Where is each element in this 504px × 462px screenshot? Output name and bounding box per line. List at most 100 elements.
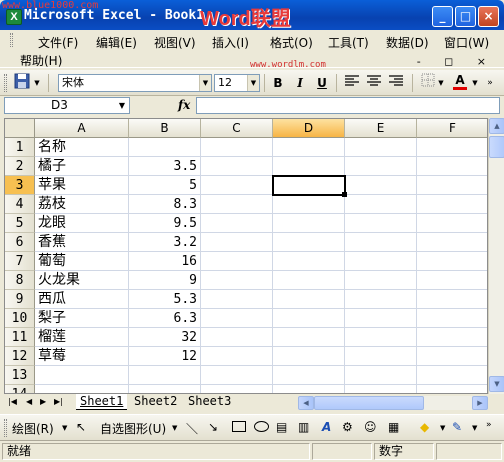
cell-e12[interactable] [345, 347, 417, 366]
chevron-down-icon[interactable]: ▼ [172, 424, 177, 432]
chevron-down-icon[interactable]: ▼ [247, 75, 259, 91]
cell-e14[interactable] [345, 385, 417, 393]
column-header-b[interactable]: B [129, 119, 201, 138]
cell-b8[interactable]: 9 [129, 271, 201, 290]
cell-a12[interactable]: 草莓 [35, 347, 129, 366]
prev-sheet-icon[interactable]: ◀ [26, 397, 32, 406]
align-right-icon[interactable] [386, 73, 406, 93]
cell-c7[interactable] [201, 252, 273, 271]
select-objects-icon[interactable]: ↖ [76, 420, 86, 434]
cell-f1[interactable] [417, 138, 487, 157]
oval-icon[interactable] [254, 421, 269, 435]
cell-f2[interactable] [417, 157, 487, 176]
last-sheet-icon[interactable]: ▶| [54, 397, 63, 406]
cell-a6[interactable]: 香蕉 [35, 233, 129, 252]
cell-a5[interactable]: 龙眼 [35, 214, 129, 233]
cell-e7[interactable] [345, 252, 417, 271]
minimize-button[interactable]: _ [432, 6, 453, 27]
horizontal-scrollbar[interactable]: ◀ ▶ [298, 396, 488, 410]
cell-d8[interactable] [273, 271, 345, 290]
column-header-e[interactable]: E [345, 119, 417, 138]
cell-a1[interactable]: 名称 [35, 138, 129, 157]
cell-a2[interactable]: 橘子 [35, 157, 129, 176]
cell-d7[interactable] [273, 252, 345, 271]
mdi-controls[interactable]: - ◻ × [417, 55, 496, 68]
cell-e4[interactable] [345, 195, 417, 214]
cell-a9[interactable]: 西瓜 [35, 290, 129, 309]
cell-e9[interactable] [345, 290, 417, 309]
toolbar-grip[interactable] [4, 74, 7, 92]
clipart-icon[interactable]: ☺ [364, 420, 377, 434]
cell-f10[interactable] [417, 309, 487, 328]
arrow-icon[interactable]: ↘ [208, 420, 218, 434]
cell-f5[interactable] [417, 214, 487, 233]
cell-a13[interactable] [35, 366, 129, 385]
picture-icon[interactable]: ▦ [388, 420, 399, 434]
cell-c5[interactable] [201, 214, 273, 233]
wordart-icon[interactable]: A [322, 420, 331, 434]
column-header-d[interactable]: D [273, 119, 345, 138]
toolbar-overflow-icon[interactable]: » [486, 420, 492, 430]
scroll-up-icon[interactable]: ▲ [489, 118, 504, 134]
line-color-icon[interactable]: ✎ [452, 420, 462, 434]
cell-f4[interactable] [417, 195, 487, 214]
horizontal-scroll-thumb[interactable] [314, 396, 424, 410]
font-color-dropdown-icon[interactable]: ▼ [470, 73, 480, 93]
scroll-right-icon[interactable]: ▶ [472, 396, 488, 410]
cell-f12[interactable] [417, 347, 487, 366]
cell-e11[interactable] [345, 328, 417, 347]
align-center-icon[interactable] [364, 73, 384, 93]
cell-f11[interactable] [417, 328, 487, 347]
cell-d12[interactable] [273, 347, 345, 366]
cell-b3[interactable]: 5 [129, 176, 201, 195]
cell-d5[interactable] [273, 214, 345, 233]
fill-handle[interactable] [342, 192, 347, 197]
cell-a8[interactable]: 火龙果 [35, 271, 129, 290]
worksheet-grid[interactable]: ABCDEF 1 名称 2 橘子 3.5 3 苹果 5 4 荔枝 8.3 5 龙眼 9.5 6 香蕉 3.2 7 葡… [4, 118, 488, 394]
cell-b9[interactable]: 5.3 [129, 290, 201, 309]
menu-tools[interactable]: 工具(T) [328, 34, 369, 51]
excel-app-icon[interactable]: X [6, 9, 22, 25]
draw-menu[interactable]: 绘图(R) [12, 420, 54, 437]
menu-file[interactable]: 文件(F) [38, 34, 78, 51]
menu-format[interactable]: 格式(O) [270, 34, 313, 51]
cell-c13[interactable] [201, 366, 273, 385]
row-header-11[interactable]: 11 [5, 328, 35, 347]
rectangle-icon[interactable] [232, 421, 246, 435]
close-button[interactable]: × [478, 6, 499, 27]
underline-button[interactable]: U [312, 73, 332, 93]
cell-d13[interactable] [273, 366, 345, 385]
menu-window[interactable]: 窗口(W) [444, 34, 489, 51]
name-box[interactable]: D3 ▼ [4, 97, 130, 114]
cell-d4[interactable] [273, 195, 345, 214]
cell-e6[interactable] [345, 233, 417, 252]
cell-e3[interactable] [345, 176, 417, 195]
row-header-4[interactable]: 4 [5, 195, 35, 214]
toolbar-grip[interactable] [4, 419, 7, 437]
cell-e2[interactable] [345, 157, 417, 176]
cell-a4[interactable]: 荔枝 [35, 195, 129, 214]
cell-a7[interactable]: 葡萄 [35, 252, 129, 271]
first-sheet-icon[interactable]: |◀ [8, 397, 17, 406]
font-size-select[interactable]: 12 ▼ [214, 74, 260, 92]
chevron-down-icon[interactable]: ▼ [199, 75, 211, 91]
active-cell-selection[interactable] [272, 175, 346, 196]
scroll-left-icon[interactable]: ◀ [298, 396, 314, 410]
cell-d10[interactable] [273, 309, 345, 328]
cell-c2[interactable] [201, 157, 273, 176]
font-color-button[interactable]: A [450, 73, 470, 93]
textbox-icon[interactable]: ▤ [276, 420, 287, 434]
cell-c14[interactable] [201, 385, 273, 393]
formula-input[interactable] [196, 97, 500, 114]
cell-e8[interactable] [345, 271, 417, 290]
row-header-13[interactable]: 13 [5, 366, 35, 385]
bold-button[interactable]: B [268, 73, 288, 93]
row-header-1[interactable]: 1 [5, 138, 35, 157]
cell-f13[interactable] [417, 366, 487, 385]
toolbar-overflow-icon[interactable]: » [484, 73, 496, 93]
cell-f7[interactable] [417, 252, 487, 271]
row-header-6[interactable]: 6 [5, 233, 35, 252]
column-header-c[interactable]: C [201, 119, 273, 138]
row-header-14[interactable]: 14 [5, 385, 35, 393]
vertical-textbox-icon[interactable]: ▥ [298, 420, 309, 434]
